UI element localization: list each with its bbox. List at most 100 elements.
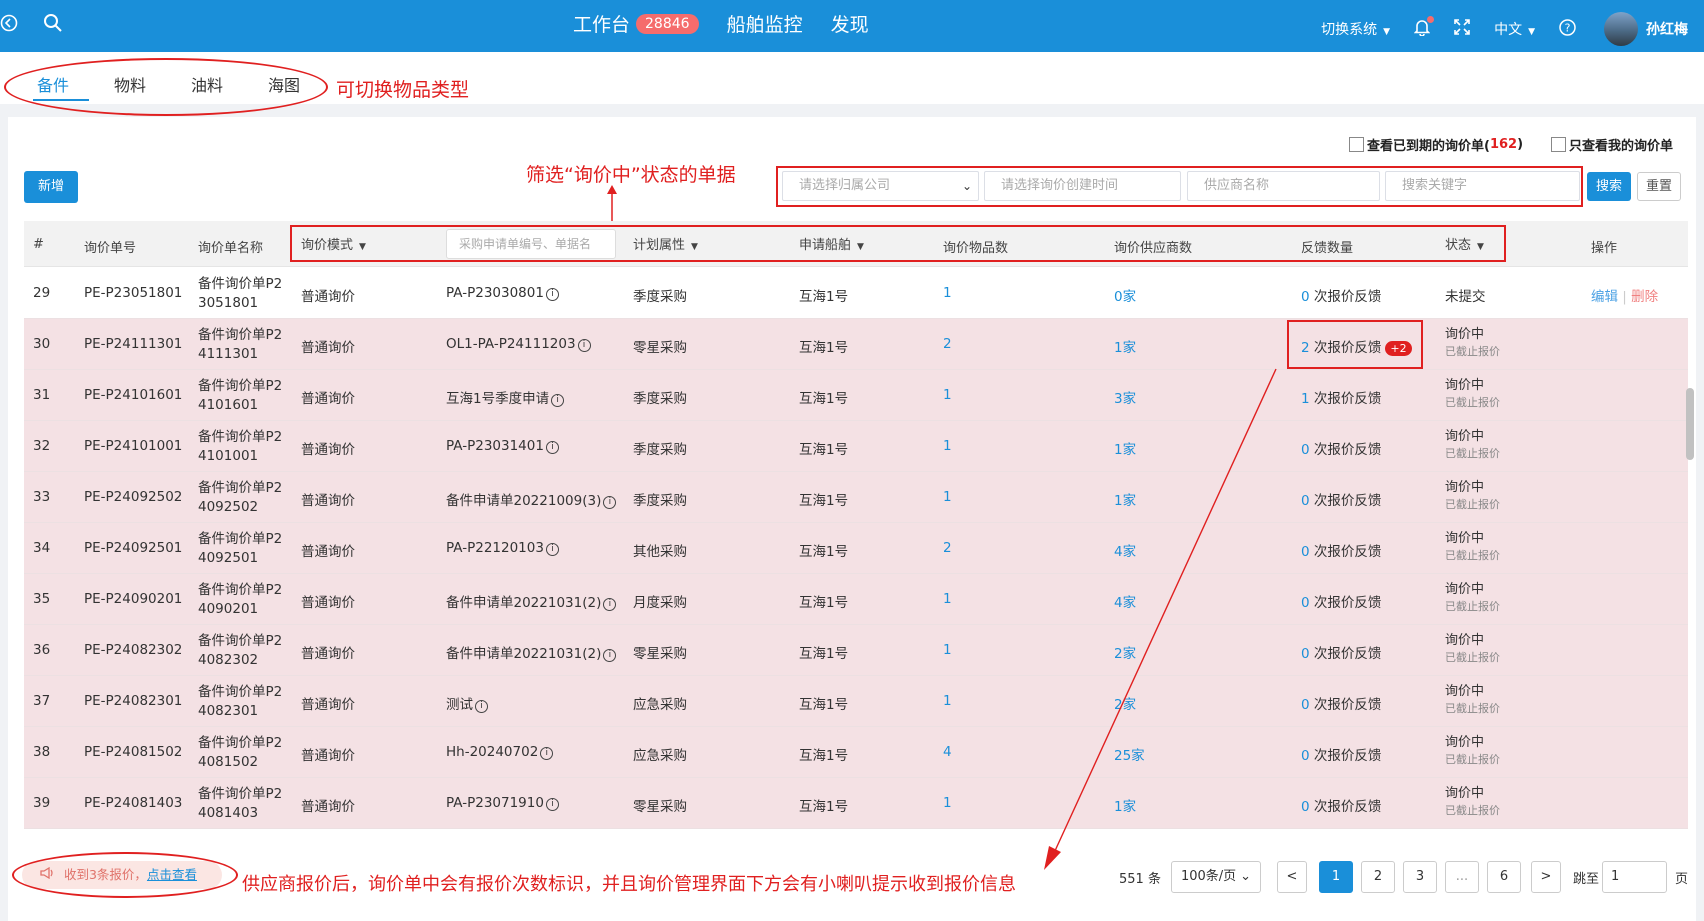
plan-type: 季度采购 <box>633 493 687 509</box>
edit-link[interactable]: 编辑 <box>1591 289 1618 305</box>
feedback-annotation-arrow-icon <box>1044 368 1277 870</box>
feedback-count[interactable]: 0 <box>1301 544 1310 560</box>
jump-to-label: 跳至 <box>1572 871 1599 887</box>
expired-filter-checkbox[interactable]: 查看已到期的询价单(162) <box>1349 135 1523 154</box>
info-icon[interactable]: i <box>545 543 559 556</box>
table-row[interactable]: 37 PE-P24082301 备件询价单P2 4082301 普通询价 测试 i 应急采购 互… <box>24 676 1688 727</box>
created-time-picker[interactable]: 请选择询价创建时间 <box>984 171 1181 201</box>
table-row[interactable]: 34 PE-P24092501 备件询价单P2 4092501 普通询价 PA-P2212… <box>24 523 1688 574</box>
feedback-cell[interactable]: 0 次报价反馈 <box>1301 438 1381 458</box>
table-row[interactable]: 38 PE-P24081502 备件询价单P2 4081502 普通询价 Hh-20240… <box>24 727 1688 778</box>
delete-link[interactable]: 删除 <box>1631 289 1658 305</box>
row-index: 32 <box>33 438 51 454</box>
feedback-cell[interactable]: 1 次报价反馈 <box>1301 387 1381 407</box>
feedback-count[interactable]: 0 <box>1301 646 1310 662</box>
table-row[interactable]: 33 PE-P24092502 备件询价单P2 4092502 普通询价 备件申请单202… <box>24 472 1688 523</box>
item-count-link[interactable]: 1 <box>943 642 952 658</box>
item-count-link[interactable]: 1 <box>943 591 952 607</box>
search-icon[interactable] <box>43 13 63 38</box>
table-row[interactable]: 31 PE-P24101601 备件询价单P2 4101601 普通询价 互海1号季度申请… <box>24 370 1688 421</box>
search-button[interactable]: 搜索 <box>1587 172 1631 201</box>
info-icon[interactable]: i <box>540 747 554 760</box>
info-icon[interactable]: i <box>545 441 559 454</box>
feedback-count[interactable]: 0 <box>1301 748 1310 764</box>
feedback-count[interactable]: 0 <box>1301 289 1310 305</box>
table-row[interactable]: 39 PE-P24081403 备件询价单P2 4081403 普通询价 PA-P2307… <box>24 778 1688 829</box>
feedback-count[interactable]: 0 <box>1301 493 1310 509</box>
table-row[interactable]: 29 PE-P23051801 备件询价单P2 3051801 普通询价 PA-P2303… <box>24 268 1688 319</box>
mine-filter-checkbox[interactable]: 只查看我的询价单 <box>1551 135 1673 154</box>
feedback-cell[interactable]: 0 次报价反馈 <box>1301 591 1381 611</box>
info-icon[interactable]: i <box>551 394 565 407</box>
feedback-cell[interactable]: 0 次报价反馈 <box>1301 693 1381 713</box>
row-index: 37 <box>33 693 51 709</box>
keyword-search-input[interactable]: 搜索关键字 <box>1385 171 1580 201</box>
info-icon[interactable]: i <box>603 598 617 611</box>
supplier-count-link[interactable]: 0家 <box>1114 285 1136 305</box>
feedback-count[interactable]: 0 <box>1301 799 1310 815</box>
table-row[interactable]: 35 PE-P24090201 备件询价单P2 4090201 普通询价 备件申请单202… <box>24 574 1688 625</box>
nav-discover[interactable]: 发现 <box>831 10 869 37</box>
info-icon[interactable]: i <box>603 496 617 509</box>
item-count-link[interactable]: 1 <box>943 285 952 301</box>
feedback-cell[interactable]: 0 次报价反馈 <box>1301 744 1381 764</box>
info-icon[interactable]: i <box>603 649 617 662</box>
item-count-link[interactable]: 1 <box>943 438 952 454</box>
item-count-link[interactable]: 1 <box>943 387 952 403</box>
item-count-link[interactable]: 2 <box>943 540 952 556</box>
item-count-link[interactable]: 4 <box>943 744 952 760</box>
row-index: 29 <box>33 285 51 301</box>
switch-system-dropdown[interactable]: 切换系统 ▼ <box>1321 19 1390 39</box>
bell-icon[interactable] <box>1413 16 1435 40</box>
vessel-name: 互海1号 <box>799 799 849 815</box>
jump-page-input[interactable]: 1 <box>1601 861 1667 893</box>
feedback-cell[interactable]: 0 次报价反馈 <box>1301 540 1381 560</box>
supplier-count-link[interactable]: 1家 <box>1114 336 1136 356</box>
page-3[interactable]: 3 <box>1402 861 1437 893</box>
user-menu[interactable]: 孙红梅 <box>1604 12 1688 46</box>
page-ellipsis[interactable]: ... <box>1444 861 1479 893</box>
page-size-select[interactable]: 100条/页 ⌄ <box>1170 861 1261 893</box>
nav-vessel-monitor[interactable]: 船舶监控 <box>727 10 803 37</box>
checkbox-box[interactable] <box>1349 137 1364 152</box>
feedback-cell[interactable]: 0 次报价反馈 <box>1301 489 1381 509</box>
info-icon[interactable]: i <box>475 700 488 713</box>
table-row[interactable]: 32 PE-P24101001 备件询价单P2 4101001 普通询价 PA-P2303… <box>24 421 1688 472</box>
help-icon[interactable]: ? <box>1559 18 1576 40</box>
table-row[interactable]: 30 PE-P24111301 备件询价单P2 4111301 普通询价 OL1-PA-P… <box>24 319 1688 370</box>
notification-dot <box>1427 16 1435 23</box>
page-2[interactable]: 2 <box>1360 861 1395 893</box>
reset-button[interactable]: 重置 <box>1637 172 1681 201</box>
feedback-count[interactable]: 0 <box>1301 442 1310 458</box>
feedback-cell[interactable]: 0 次报价反馈 <box>1301 285 1381 305</box>
feedback-text: 次报价反馈 <box>1313 544 1382 560</box>
checkbox-box[interactable] <box>1551 137 1566 152</box>
prev-page-button[interactable]: < <box>1276 861 1307 893</box>
info-icon[interactable]: i <box>545 798 559 811</box>
info-icon[interactable]: i <box>577 339 591 352</box>
feedback-cell[interactable]: 0 次报价反馈 <box>1301 795 1381 815</box>
item-count-link[interactable]: 1 <box>943 489 952 505</box>
feedback-count[interactable]: 1 <box>1301 391 1310 407</box>
table-row[interactable]: 36 PE-P24082302 备件询价单P2 4082302 普通询价 备件申请单202… <box>24 625 1688 676</box>
language-dropdown[interactable]: 中文 ▼ <box>1494 19 1535 39</box>
back-icon[interactable] <box>0 14 18 37</box>
feedback-cell[interactable]: 0 次报价反馈 <box>1301 642 1381 662</box>
item-count-link[interactable]: 1 <box>943 693 952 709</box>
feedback-count[interactable]: 0 <box>1301 697 1310 713</box>
vertical-scrollbar[interactable] <box>1686 388 1694 460</box>
item-count-link[interactable]: 2 <box>943 336 952 352</box>
apply-no: PA-P23071910 i <box>446 795 559 811</box>
next-page-button[interactable]: > <box>1530 861 1561 893</box>
company-select[interactable]: 请选择归属公司 ⌄ <box>782 171 979 201</box>
page-1[interactable]: 1 <box>1318 861 1353 893</box>
add-button[interactable]: 新增 <box>24 171 78 203</box>
feedback-count[interactable]: 0 <box>1301 595 1310 611</box>
item-count-link[interactable]: 1 <box>943 795 952 811</box>
nav-workbench[interactable]: 工作台 28846 <box>573 10 699 37</box>
info-icon[interactable]: i <box>545 288 559 301</box>
page-6[interactable]: 6 <box>1486 861 1521 893</box>
fullscreen-icon[interactable] <box>1454 19 1470 39</box>
inquiry-name: 备件询价单P2 4082301 <box>198 683 282 721</box>
supplier-name-input[interactable]: 供应商名称 <box>1187 171 1380 201</box>
